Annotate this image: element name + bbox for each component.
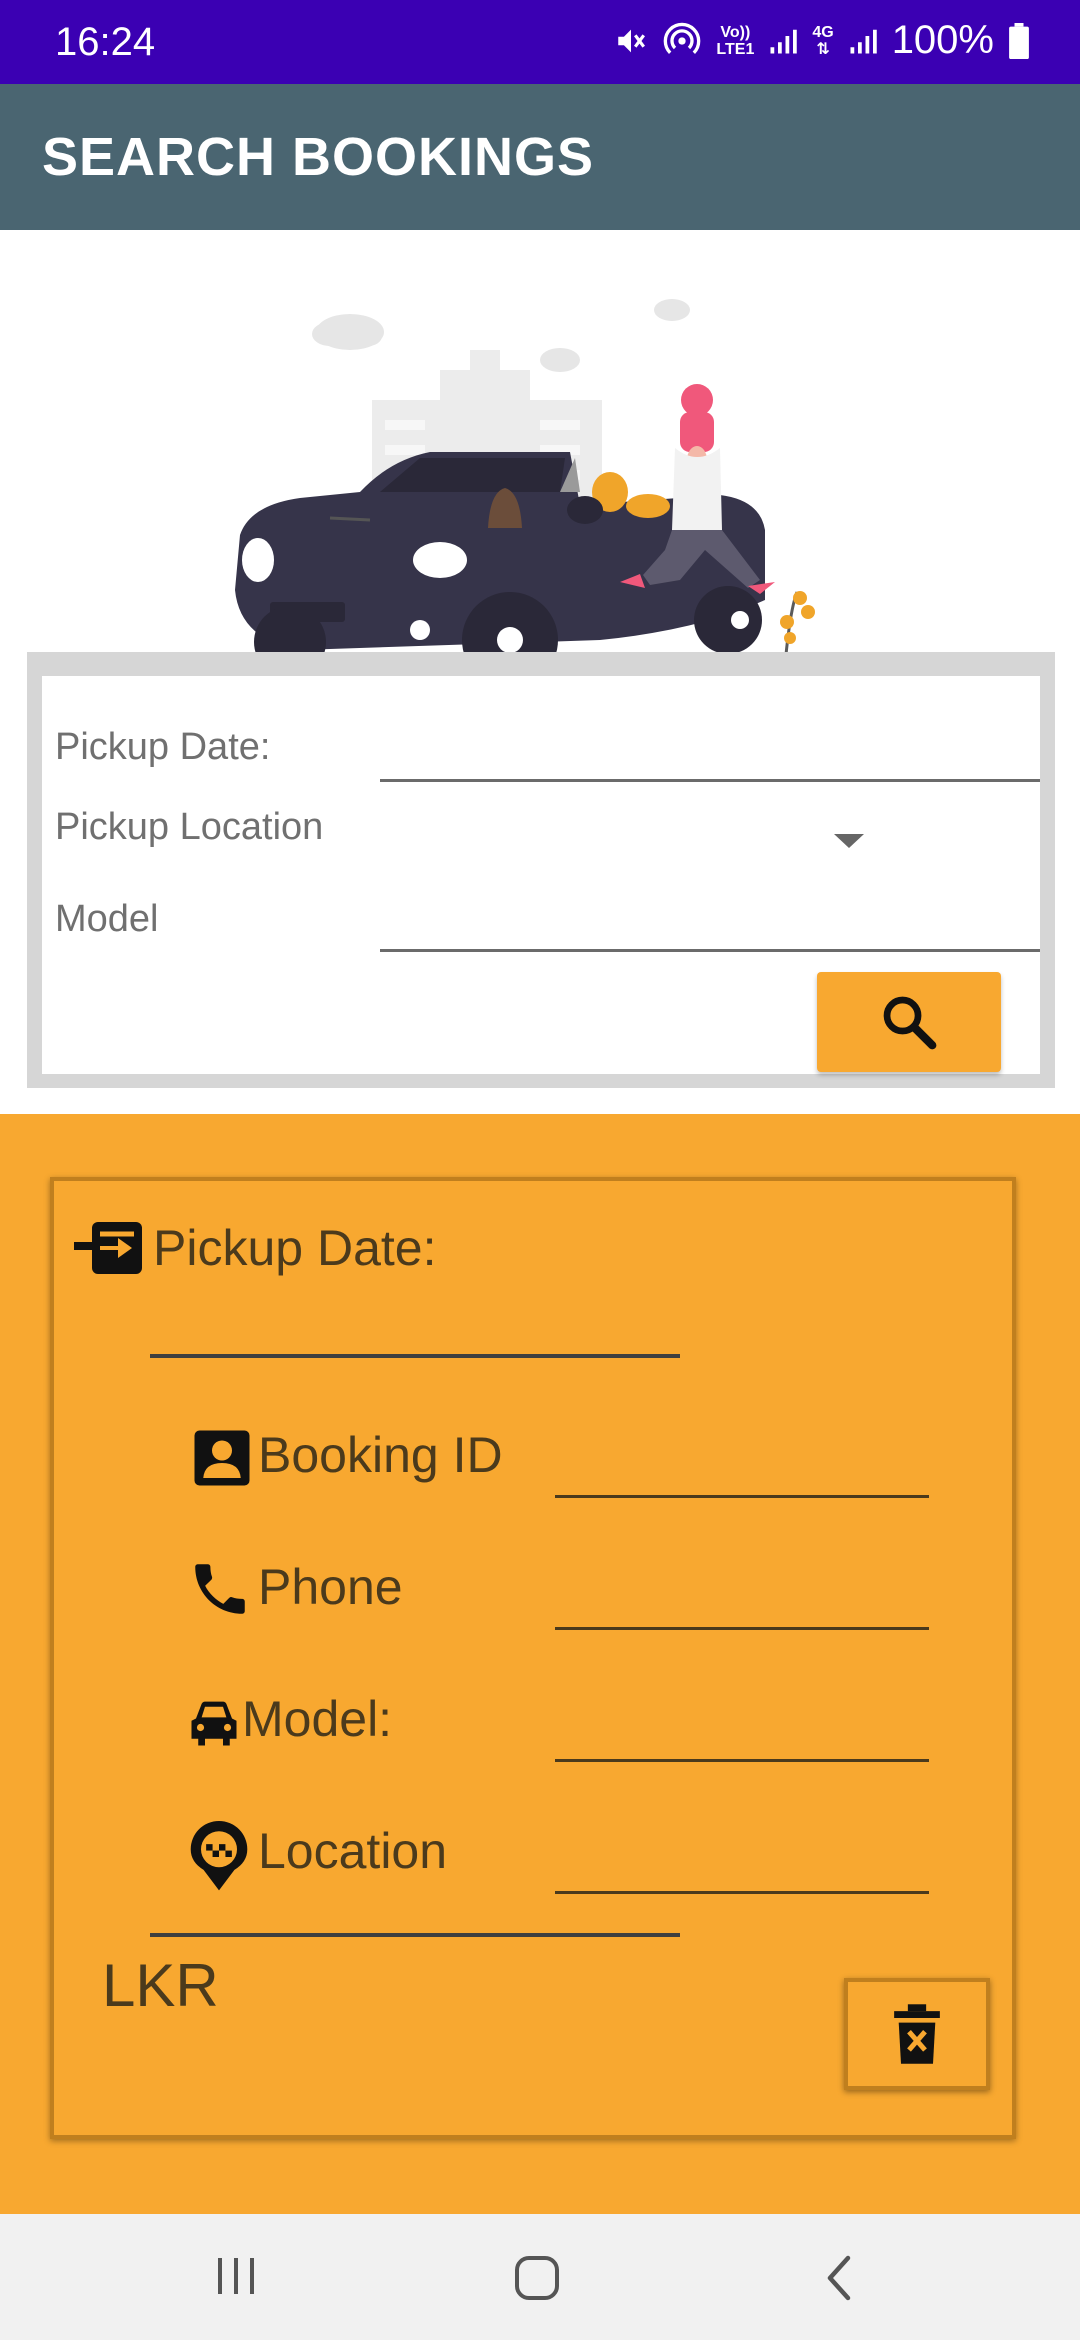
mute-icon (618, 29, 646, 52)
volte-icon: Vo)) LTE1 (716, 23, 755, 58)
app-bar: SEARCH BOOKINGS (0, 84, 1080, 230)
search-icon (883, 996, 937, 1050)
search-card: Pickup Date: Pickup Location Model (27, 652, 1055, 1088)
delete-icon (894, 2004, 940, 2064)
phone-value (555, 1627, 929, 1630)
chevron-down-icon (834, 834, 864, 848)
booking-card[interactable]: Pickup Date: Booking ID Phone Model: Loc… (50, 1177, 1016, 2139)
pickup-date-input[interactable] (380, 779, 1040, 782)
battery-percent: 100% (891, 18, 994, 62)
pickup-date-label: Pickup Date: (55, 726, 271, 768)
location-value (555, 1891, 929, 1894)
taxi-location-icon (190, 1821, 248, 1891)
search-form: Pickup Date: Pickup Location Model (42, 676, 1040, 1074)
contact-icon (194, 1430, 250, 1486)
4g-icon: 4G ⇅ (812, 23, 834, 58)
booking-id-label: Booking ID (258, 1427, 503, 1483)
model-value (555, 1759, 929, 1762)
battery-icon (1009, 22, 1029, 59)
status-time: 16:24 (55, 20, 156, 64)
recent-apps-icon[interactable] (215, 2254, 257, 2298)
price-currency: LKR (102, 1952, 219, 2019)
pickup-location-label: Pickup Location (55, 806, 324, 848)
cloud-icon (312, 299, 690, 372)
search-button[interactable] (817, 972, 1001, 1072)
status-bar: 16:24 Vo)) LTE1 4G ⇅ 100% (0, 0, 1080, 84)
back-icon[interactable] (822, 2254, 856, 2302)
delete-button[interactable] (844, 1978, 990, 2090)
results-section: Pickup Date: Booking ID Phone Model: Loc… (0, 1114, 1080, 2214)
hotspot-icon (664, 22, 701, 54)
divider (150, 1933, 680, 1937)
model-input[interactable] (380, 949, 1040, 952)
model-label: Model: (242, 1691, 393, 1747)
status-icons: Vo)) LTE1 4G ⇅ 100% (614, 18, 1030, 63)
location-label: Location (258, 1823, 448, 1879)
page-title: SEARCH BOOKINGS (42, 127, 595, 187)
calendar-arrow-icon (74, 1222, 142, 1274)
pickup-location-dropdown[interactable] (380, 796, 980, 876)
model-label: Model (55, 898, 159, 940)
nav-bar (0, 2214, 1080, 2340)
signal-icon (770, 29, 798, 53)
phone-label: Phone (258, 1559, 403, 1615)
divider (150, 1354, 680, 1358)
phone-icon (195, 1564, 245, 1614)
booking-id-value (555, 1495, 929, 1498)
home-icon[interactable] (513, 2254, 561, 2302)
car-icon (191, 1701, 237, 1746)
result-pickup-date-label: Pickup Date: (153, 1220, 437, 1276)
signal-icon (850, 29, 877, 53)
car-illustration (235, 299, 815, 680)
